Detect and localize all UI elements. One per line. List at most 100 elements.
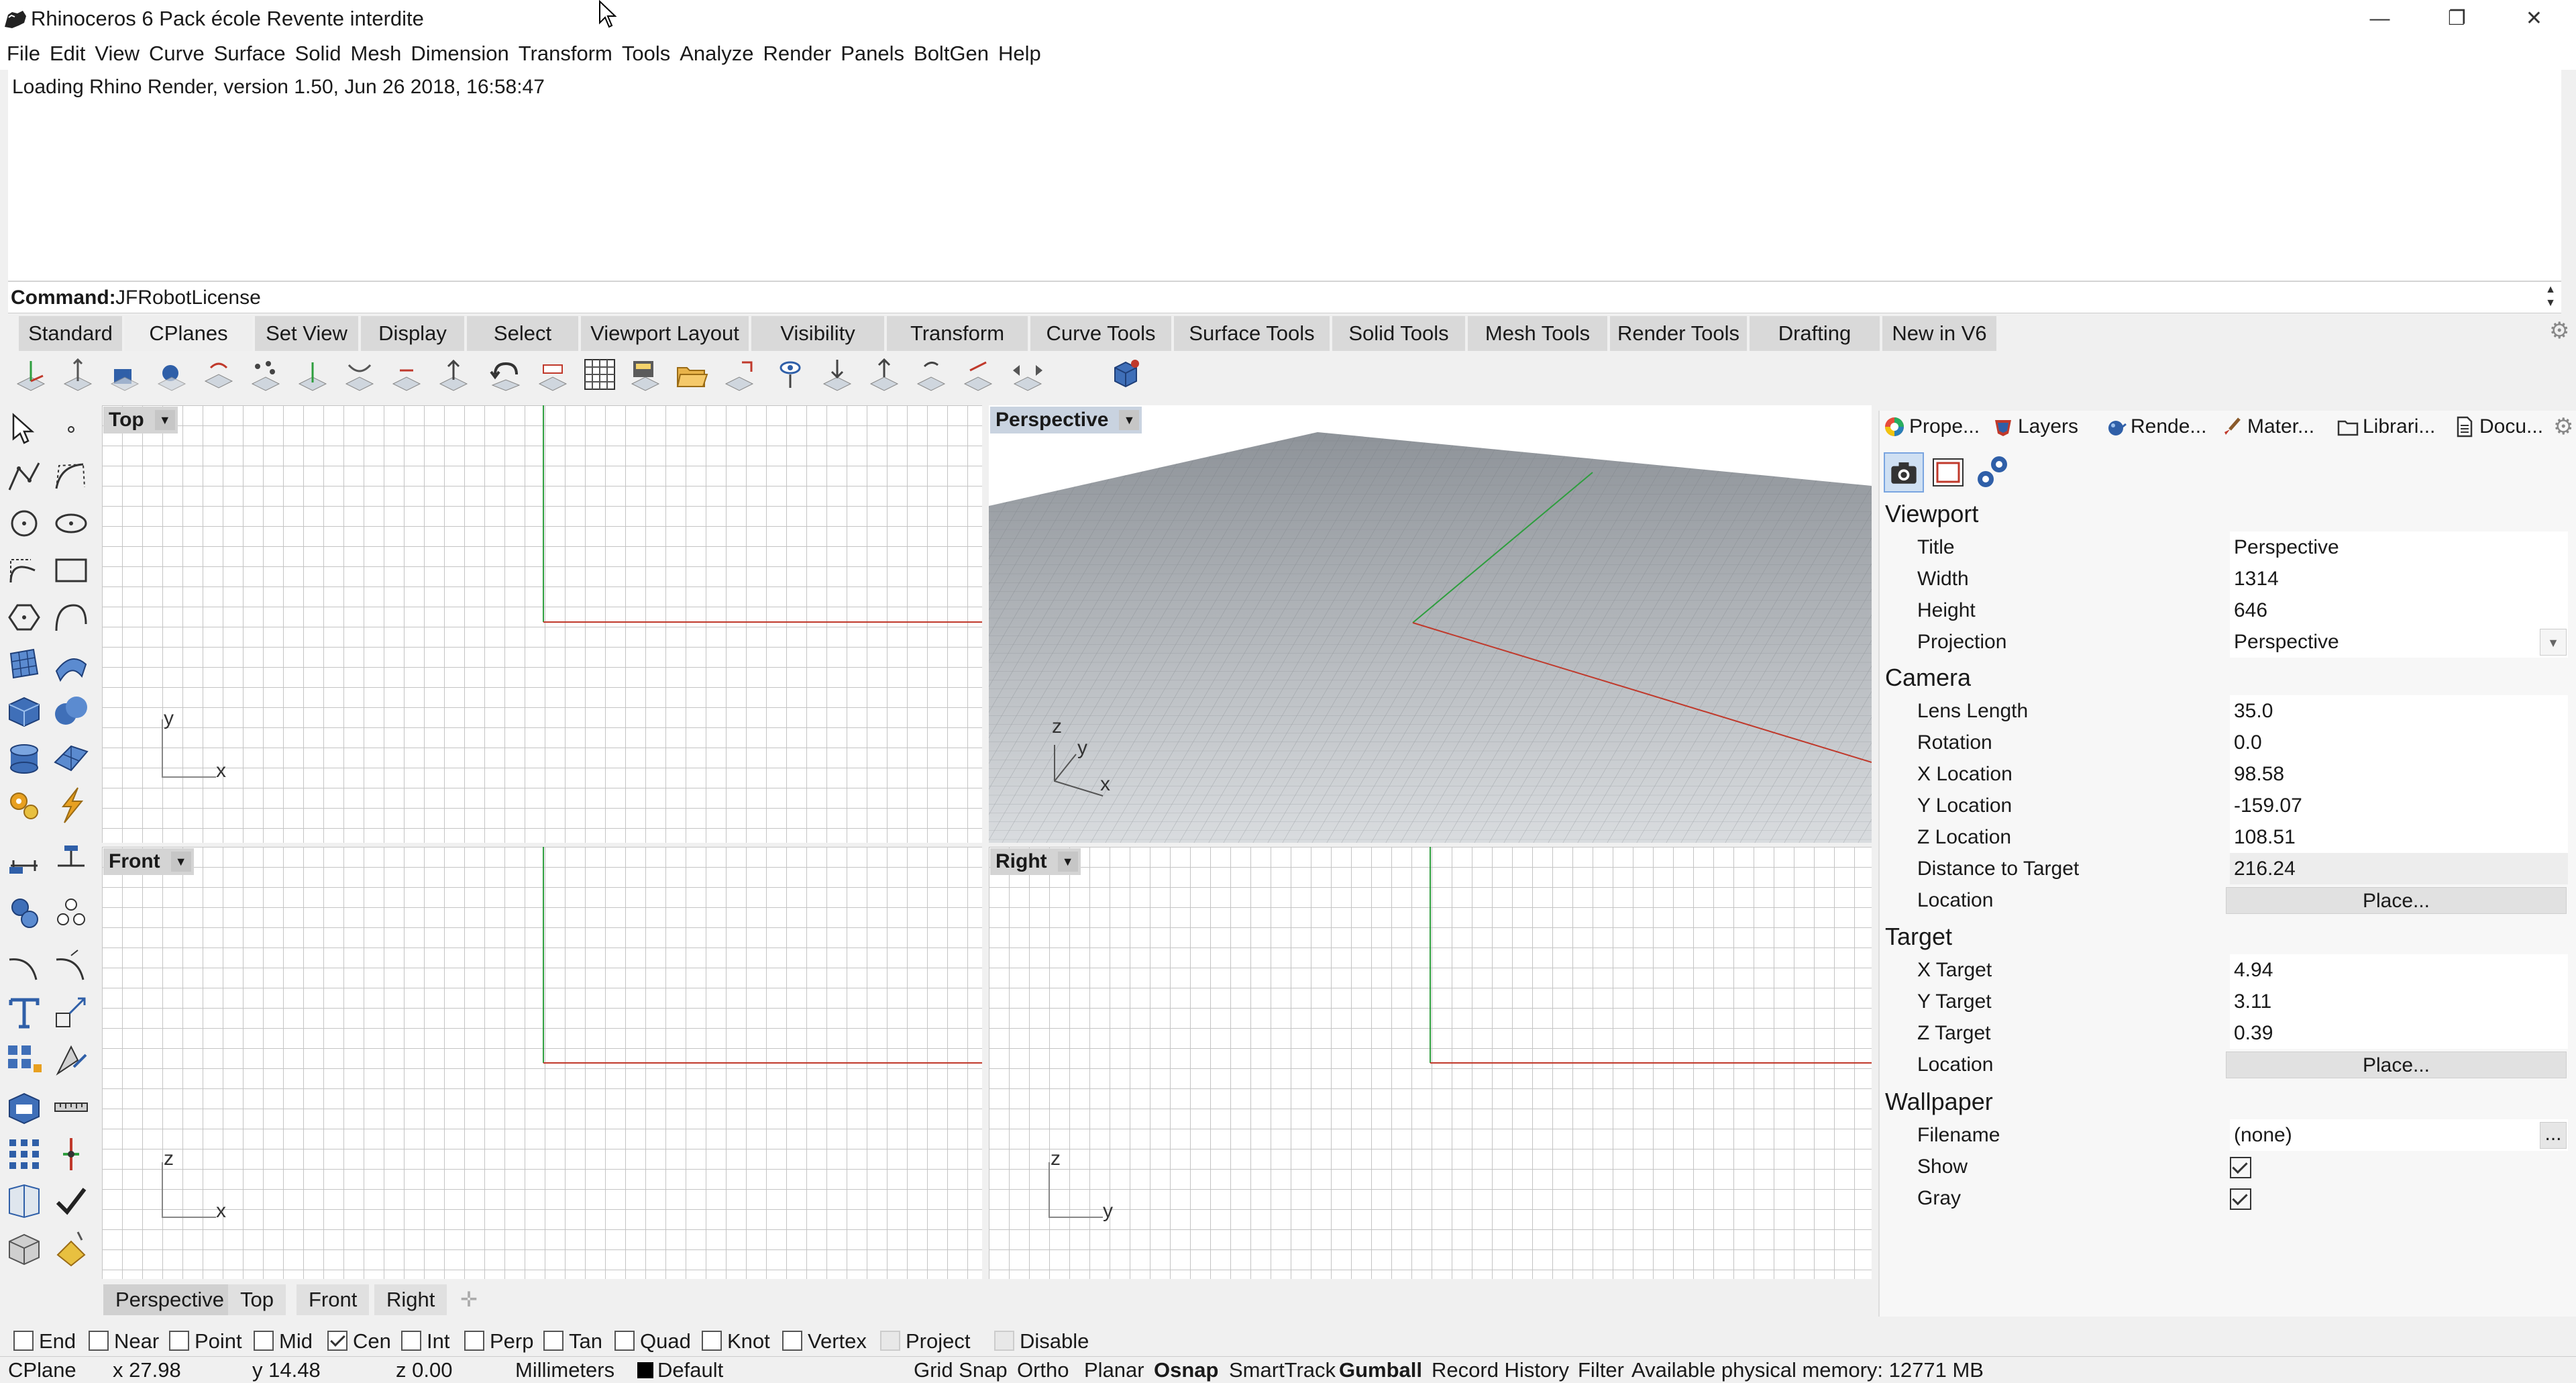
- osnap-quad[interactable]: Quad: [614, 1328, 691, 1355]
- panel-tab-properties[interactable]: Prope...: [1882, 411, 1990, 443]
- panel-settings-gear-icon[interactable]: ⚙: [2553, 413, 2576, 440]
- add-viewport-icon[interactable]: ✛: [448, 1284, 491, 1315]
- gumball-icon[interactable]: [51, 1134, 91, 1174]
- render-icon[interactable]: [4, 1228, 44, 1268]
- viewport-label-top[interactable]: Top ▼: [103, 407, 178, 433]
- prop-value-width[interactable]: 1314: [2230, 563, 2568, 595]
- osnap-checkbox[interactable]: [702, 1331, 722, 1351]
- vp-tab-perspective[interactable]: Perspective: [103, 1284, 237, 1315]
- point-icon[interactable]: [51, 409, 91, 450]
- select-arrow-icon[interactable]: [4, 409, 44, 450]
- viewport-label-perspective[interactable]: Perspective ▼: [990, 407, 1142, 433]
- cplane-cube-icon[interactable]: [1108, 357, 1143, 392]
- menu-solid[interactable]: Solid: [292, 38, 344, 70]
- menu-help[interactable]: Help: [996, 38, 1044, 70]
- menu-render[interactable]: Render: [761, 38, 835, 70]
- menu-mesh[interactable]: Mesh: [348, 38, 405, 70]
- array-icon[interactable]: [4, 1040, 44, 1080]
- tab-curve-tools[interactable]: Curve Tools: [1030, 316, 1173, 351]
- osnap-checkbox[interactable]: [464, 1331, 484, 1351]
- target-place-button[interactable]: Place...: [2226, 1052, 2567, 1078]
- check-icon[interactable]: [51, 1181, 91, 1221]
- gray-checkbox[interactable]: [2230, 1188, 2251, 1211]
- prop-value-height[interactable]: 646: [2230, 595, 2568, 626]
- osnap-checkbox[interactable]: [401, 1331, 421, 1351]
- menu-transform[interactable]: Transform: [516, 38, 615, 70]
- menu-boltgen[interactable]: BoltGen: [911, 38, 991, 70]
- cplane-perpendicular-icon[interactable]: [342, 357, 377, 392]
- prop-value-lens-length[interactable]: 35.0: [2230, 695, 2568, 727]
- osnap-checkbox[interactable]: [614, 1331, 635, 1351]
- cplane-next-icon[interactable]: [535, 357, 570, 392]
- cplane-sphere-icon[interactable]: [154, 357, 189, 392]
- ellipse-icon[interactable]: [51, 503, 91, 544]
- menu-file[interactable]: File: [4, 38, 43, 70]
- browse-button[interactable]: ...: [2540, 1122, 2567, 1149]
- tab-cplanes[interactable]: CPlanes: [125, 316, 254, 351]
- tab-mesh-tools[interactable]: Mesh Tools: [1468, 316, 1609, 351]
- extrude-surface-icon[interactable]: [51, 644, 91, 684]
- cplane-shift-icon[interactable]: [961, 357, 996, 392]
- cplane-to-object-icon[interactable]: [107, 357, 142, 392]
- menu-surface[interactable]: Surface: [211, 38, 288, 70]
- curve-icon[interactable]: [51, 456, 91, 497]
- prop-value-title[interactable]: Perspective: [2230, 531, 2568, 563]
- osnap-point[interactable]: Point: [169, 1328, 242, 1355]
- named-cplanes-icon[interactable]: [628, 357, 663, 392]
- render-material-icon[interactable]: [51, 1228, 91, 1268]
- tab-new-in-v6[interactable]: New in V6: [1882, 316, 1998, 351]
- boolean-union-icon[interactable]: [51, 691, 91, 731]
- cplane-origin-icon[interactable]: [13, 357, 48, 392]
- cplane-to-view-icon[interactable]: [389, 357, 424, 392]
- osnap-checkbox[interactable]: [254, 1331, 274, 1351]
- osnap-knot[interactable]: Knot: [702, 1328, 770, 1355]
- dimension-tools-icon[interactable]: [51, 839, 91, 879]
- menu-view[interactable]: View: [92, 38, 142, 70]
- osnap-checkbox[interactable]: [782, 1331, 802, 1351]
- grid-snap-toggle[interactable]: Grid Snap: [914, 1358, 1008, 1382]
- prop-value-y-target[interactable]: 3.11: [2230, 986, 2568, 1017]
- circle-icon[interactable]: [4, 503, 44, 544]
- panel-tab-rendering[interactable]: Rende...: [2104, 411, 2219, 443]
- text-icon[interactable]: [4, 993, 44, 1033]
- viewport-front[interactable]: Front ▼ z x: [102, 847, 982, 1279]
- viewport-frame-icon[interactable]: [1928, 452, 1968, 493]
- tab-visibility[interactable]: Visibility: [751, 316, 885, 351]
- cplane-z-axis-icon[interactable]: [295, 357, 330, 392]
- cplane-rotate-ccw-icon[interactable]: [914, 357, 949, 392]
- tab-viewport-layout[interactable]: Viewport Layout: [581, 316, 750, 351]
- filter-toggle[interactable]: Filter: [1578, 1358, 1624, 1382]
- mesh-plane-icon[interactable]: [51, 738, 91, 778]
- osnap-checkbox[interactable]: [327, 1331, 347, 1351]
- rhino-app-icon[interactable]: [3, 7, 28, 32]
- rectangle-icon[interactable]: [51, 550, 91, 591]
- prop-value-x-target[interactable]: 4.94: [2230, 954, 2568, 986]
- osnap-checkbox[interactable]: [543, 1331, 564, 1351]
- minimize-button[interactable]: —: [2341, 0, 2418, 38]
- scale-icon[interactable]: [51, 993, 91, 1033]
- prop-value-rotation[interactable]: 0.0: [2230, 727, 2568, 758]
- polygon-icon[interactable]: [4, 597, 44, 637]
- vp-tab-top[interactable]: Top: [228, 1284, 287, 1315]
- tab-select[interactable]: Select: [467, 316, 580, 351]
- chevron-down-icon[interactable]: ▼: [2540, 629, 2567, 656]
- cplane-3point-icon[interactable]: [248, 357, 283, 392]
- tab-transform[interactable]: Transform: [887, 316, 1029, 351]
- cplane-status[interactable]: CPlane: [8, 1358, 76, 1382]
- point-cloud-icon[interactable]: [51, 892, 91, 933]
- tab-solid-tools[interactable]: Solid Tools: [1332, 316, 1466, 351]
- prop-value-x-location[interactable]: 98.58: [2230, 758, 2568, 790]
- command-scroll-arrows[interactable]: ▲ ▼: [2542, 283, 2559, 311]
- show-checkbox[interactable]: [2230, 1157, 2251, 1179]
- osnap-end[interactable]: End: [13, 1328, 76, 1355]
- chevron-down-icon[interactable]: ▼: [1057, 852, 1078, 872]
- ruler-icon[interactable]: [51, 1087, 91, 1127]
- osnap-checkbox[interactable]: [169, 1331, 189, 1351]
- menu-curve[interactable]: Curve: [146, 38, 207, 70]
- osnap-disable[interactable]: Disable: [994, 1328, 1089, 1355]
- chevron-down-icon[interactable]: ▼: [170, 852, 191, 872]
- arc-icon[interactable]: [4, 550, 44, 591]
- menu-edit[interactable]: Edit: [47, 38, 88, 70]
- box-icon[interactable]: [4, 691, 44, 731]
- polyline-icon[interactable]: [4, 456, 44, 497]
